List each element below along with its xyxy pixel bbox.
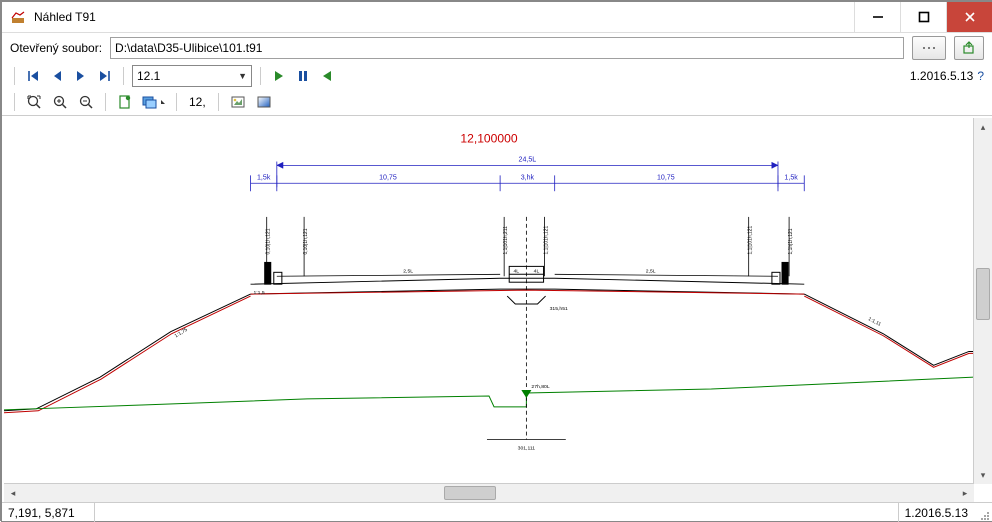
chevron-down-icon: ▼ [238,71,247,81]
drawing-area: 12,100000 24,5L 1,5k 10,75 3,hk 10,75 [2,115,992,502]
zoom-in-button[interactable] [49,92,71,112]
svg-text:301,111: 301,111 [518,445,536,451]
zoom-out-button[interactable] [75,92,97,112]
first-button[interactable] [23,66,43,86]
svg-text:10,75: 10,75 [657,174,675,181]
scroll-right-icon[interactable]: ▸ [956,484,974,502]
zoom-toolbar: 12, [2,89,992,115]
file-label: Otevřený soubor: [10,41,102,55]
status-spacer [95,503,899,522]
close-button[interactable] [946,2,992,32]
scroll-up-icon[interactable]: ▴ [974,118,992,136]
resize-grip[interactable] [978,503,992,522]
layers-button[interactable] [140,92,168,112]
play-back-button[interactable] [317,66,337,86]
play-button[interactable] [269,66,289,86]
picture-button[interactable] [227,92,249,112]
scroll-down-icon[interactable]: ▾ [974,466,992,484]
help-button[interactable]: ? [977,69,984,83]
svg-text:1:1,5: 1:1,5 [253,290,264,296]
svg-text:1,5k: 1,5k [257,174,271,181]
gradient-button[interactable] [253,92,275,112]
svg-text:315,h51: 315,h51 [550,306,568,312]
app-icon [8,7,28,27]
svg-text:4L: 4L [513,268,519,274]
prev-button[interactable] [47,66,67,86]
window-title: Náhled T91 [34,10,854,24]
scroll-left-icon[interactable]: ◂ [4,484,22,502]
scale-label: 12, [185,95,210,109]
km-label: 12,100000 [460,132,518,146]
title-bar: Náhled T91 [2,2,992,33]
open-button[interactable] [954,36,984,60]
status-bar: 7,191, 5,871 1.2016.5.13 [2,502,992,522]
zoom-extents-button[interactable] [23,92,45,112]
svg-text:2,5L: 2,5L [646,268,656,274]
vscroll-thumb[interactable] [976,268,990,320]
hscroll-thumb[interactable] [444,486,496,500]
last-button[interactable] [95,66,115,86]
version-label: 1.2016.5.13? [910,69,984,83]
section-combo[interactable]: 12.1 ▼ [132,65,252,87]
svg-text:24,5L: 24,5L [519,157,537,164]
svg-text:2,5L: 2,5L [403,268,413,274]
svg-text:4L: 4L [534,268,540,274]
horizontal-scrollbar[interactable]: ◂ ▸ [4,483,974,502]
svg-text:1,5k: 1,5k [784,174,798,181]
page-button[interactable] [114,92,136,112]
svg-text:27h,80L: 27h,80L [531,384,549,390]
minimize-button[interactable] [854,2,900,32]
file-path-input[interactable] [110,37,904,59]
navigation-toolbar: 12.1 ▼ 1.2016.5.13? [2,63,992,89]
combo-value: 12.1 [137,69,160,83]
pause-button[interactable] [293,66,313,86]
browse-button[interactable] [912,36,946,60]
canvas[interactable]: 12,100000 24,5L 1,5k 10,75 3,hk 10,75 [4,118,974,484]
coords-readout: 7,191, 5,871 [2,503,95,522]
status-version: 1.2016.5.13 [899,503,978,522]
maximize-button[interactable] [900,2,946,32]
next-button[interactable] [71,66,91,86]
svg-text:10,75: 10,75 [379,174,397,181]
svg-text:3,hk: 3,hk [521,174,535,181]
vertical-scrollbar[interactable]: ▴ ▾ [973,118,992,484]
file-open-bar: Otevřený soubor: [2,33,992,63]
